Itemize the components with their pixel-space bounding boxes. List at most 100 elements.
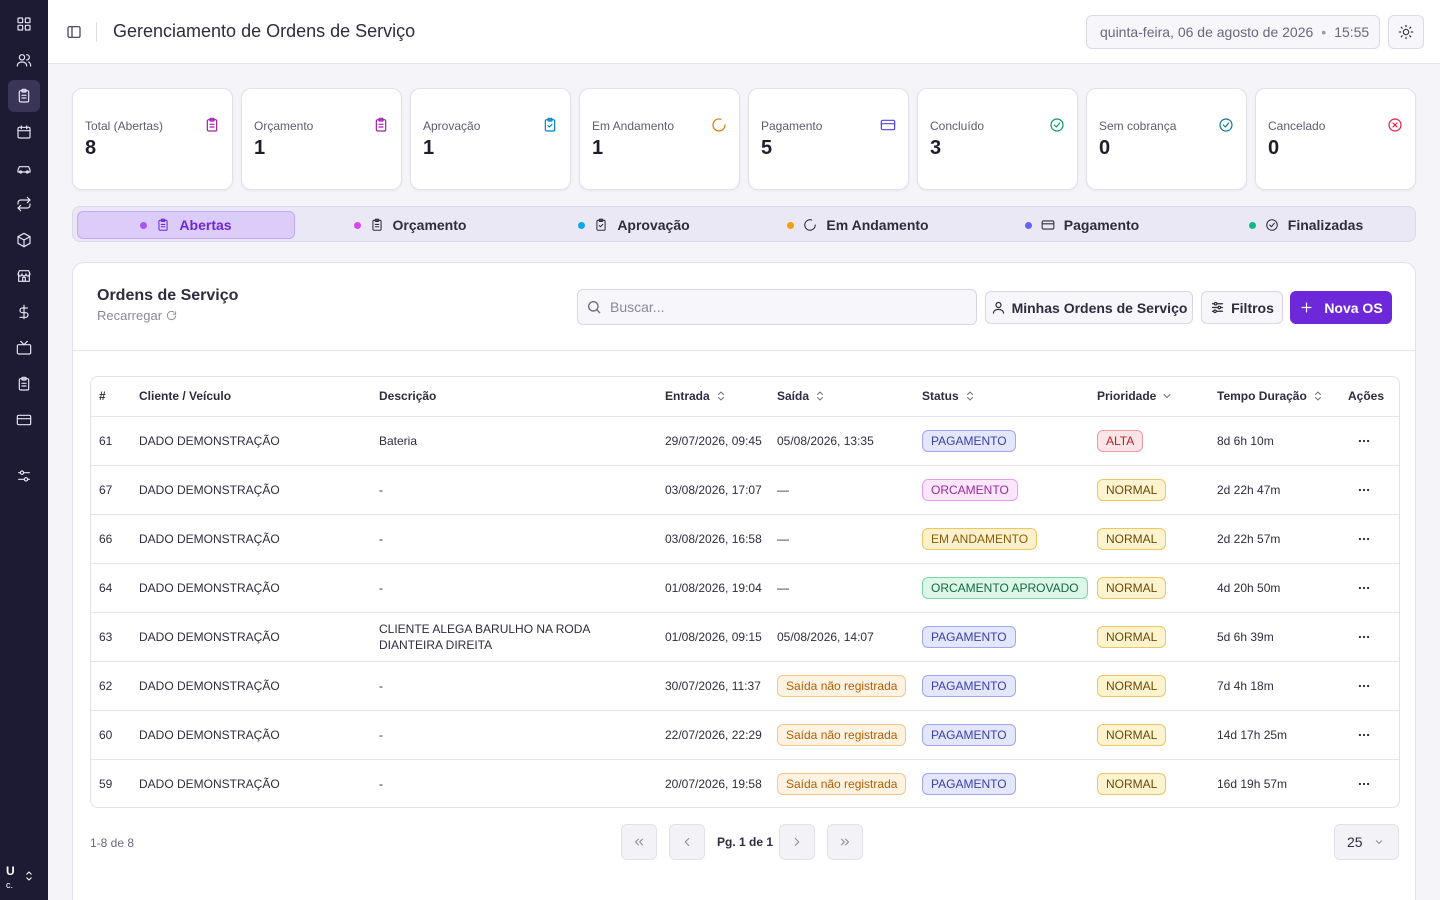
sidebar-item-clipboard-list[interactable] [8,368,40,400]
status-cell: PAGAMENTO [922,711,1016,759]
stat-card: Sem cobrança 0 [1086,88,1247,190]
sidebar-item-users[interactable] [8,44,40,76]
client-name: DADO DEMONSTRAÇÃO [139,532,280,546]
tab-aprovação[interactable]: Aprovação [525,211,743,239]
table-row[interactable]: 64 DADO DEMONSTRAÇÃO - 01/08/2026, 19:04… [91,564,1399,613]
sidebar-item-calendar[interactable] [8,116,40,148]
sidebar-item-settings-sliders[interactable] [8,460,40,492]
chevrons-up-down-icon [25,871,32,881]
row-actions-button[interactable] [1354,480,1374,500]
stat-icon [1387,117,1403,133]
exit-cell: — [777,466,789,514]
exit-date: 05/08/2026, 13:35 [777,434,874,448]
stat-value: 1 [592,137,604,159]
sidebar-item-car[interactable] [8,152,40,184]
table-row[interactable]: 59 DADO DEMONSTRAÇÃO - 20/07/2026, 19:58… [91,760,1399,807]
row-actions-button[interactable] [1354,431,1374,451]
search-field[interactable] [577,289,977,325]
user-icon [992,301,1004,314]
row-actions-button[interactable] [1354,676,1374,696]
table-row[interactable]: 60 DADO DEMONSTRAÇÃO - 22/07/2026, 22:29… [91,711,1399,760]
last-page-button[interactable] [827,824,863,860]
stat-icon [373,117,389,133]
duration: 5d 6h 39m [1217,630,1274,644]
entry-date: 20/07/2026, 19:58 [665,777,762,791]
sidebar-item-tv[interactable] [8,332,40,364]
reload-link[interactable]: Recarregar [97,308,177,323]
column-header[interactable]: Prioridade [1097,389,1173,403]
sidebar-item-store[interactable] [8,260,40,292]
column-header: Descrição [379,389,436,403]
column-header[interactable]: Saída [777,389,826,403]
description: Bateria [379,434,418,448]
column-header[interactable]: Status [922,389,976,403]
row-actions-button[interactable] [1354,529,1374,549]
tab-orçamento[interactable]: Orçamento [301,211,519,239]
stat-value: 1 [254,137,266,159]
entry-date: 03/08/2026, 17:07 [665,483,762,497]
order-id: 64 [99,581,113,595]
description: - [379,777,383,791]
prev-page-button[interactable] [669,824,705,860]
exit-cell: Saída não registrada [777,760,907,807]
tab-status-dot [1248,221,1256,229]
clipboard-icon [375,117,387,132]
sidebar-item-repeat[interactable] [8,188,40,220]
credit-card-icon [1041,220,1055,230]
column-header[interactable]: Entrada [665,389,727,403]
per-page-value: 25 [1347,834,1363,850]
next-page-button[interactable] [779,824,815,860]
tab-finalizadas[interactable]: Finalizadas [1197,211,1415,239]
duration: 2d 22h 57m [1217,532,1281,546]
sidebar-item-dollar[interactable] [8,296,40,328]
sidebar-item-clipboard[interactable] [8,80,40,112]
filters-button[interactable]: Filtros [1201,291,1283,324]
theme-toggle-button[interactable] [1388,15,1424,49]
table-row[interactable]: 63 DADO DEMONSTRAÇÃO CLIENTE ALEGA BARUL… [91,613,1399,662]
chevron-right-icon [794,837,800,847]
exit-cell: 05/08/2026, 13:35 [777,417,874,465]
table-row[interactable]: 61 DADO DEMONSTRAÇÃO Bateria 29/07/2026,… [91,417,1399,466]
stat-card: Total (Abertas) 8 [72,88,233,190]
chevron-down-icon [1375,840,1382,845]
row-actions-button[interactable] [1354,627,1374,647]
tab-em-andamento[interactable]: Em Andamento [749,211,967,239]
sidebar-item-dashboard[interactable] [8,8,40,40]
my-orders-button[interactable]: Minhas Ordens de Serviço [985,291,1193,324]
priority-badge: NORMAL [1097,675,1167,697]
orders-card: Ordens de Serviço Recarregar Minhas Orde… [72,262,1416,900]
priority-cell: NORMAL [1097,515,1167,563]
clipboard-icon [158,218,169,231]
tab-pagamento[interactable]: Pagamento [973,211,1191,239]
exit-cell: — [777,564,789,612]
per-page-select[interactable]: 25 [1334,824,1399,860]
tab-abertas[interactable]: Abertas [77,211,295,239]
search-input[interactable] [610,299,970,315]
status-badge: PAGAMENTO [922,773,1016,795]
clipboard-icon [18,88,30,103]
actions-cell [1354,417,1374,465]
sidebar-item-credit-card[interactable] [8,404,40,436]
sidebar-item-package[interactable] [8,224,40,256]
user-menu[interactable]: Uc. [6,858,42,894]
row-actions-button[interactable] [1354,725,1374,745]
new-order-button[interactable]: Nova OS [1290,291,1392,324]
priority-badge: NORMAL [1097,773,1167,795]
priority-cell: NORMAL [1097,466,1167,514]
sidebar-toggle-button[interactable] [64,22,84,42]
table-row[interactable]: 66 DADO DEMONSTRAÇÃO - 03/08/2026, 16:58… [91,515,1399,564]
exit-date: — [777,483,789,497]
first-page-button[interactable] [621,824,657,860]
order-id: 61 [99,434,113,448]
column-header[interactable]: Tempo Duração [1217,389,1324,403]
table-row[interactable]: 62 DADO DEMONSTRAÇÃO - 30/07/2026, 11:37… [91,662,1399,711]
column-label: Entrada [665,389,710,403]
exit-date: 05/08/2026, 14:07 [777,630,874,644]
row-actions-button[interactable] [1354,578,1374,598]
row-actions-button[interactable] [1354,774,1374,794]
description: CLIENTE ALEGA BARULHO NA RODA DIANTEIRA … [379,622,590,652]
tab-label: Orçamento [392,217,467,233]
table-row[interactable]: 67 DADO DEMONSTRAÇÃO - 03/08/2026, 17:07… [91,466,1399,515]
package-icon [17,232,31,248]
stat-value: 8 [85,137,97,159]
